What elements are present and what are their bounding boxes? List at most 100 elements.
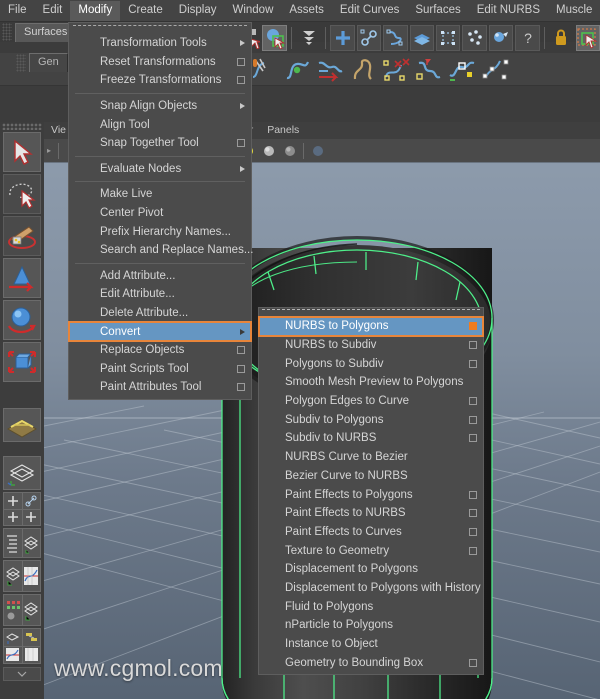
toolbox-grip-handle[interactable] [2,123,42,130]
menu-display[interactable]: Display [171,1,225,21]
graph-editor-icon[interactable] [22,561,40,591]
shelf-icon-row[interactable]: ▸ [236,54,510,85]
convert-item-displacement-to-polygons-with-history[interactable]: Displacement to Polygons with History [259,579,483,598]
option-box-icon[interactable] [237,383,245,392]
menu-surfaces[interactable]: Surfaces [407,1,468,21]
convert-item-paint-effects-to-curves[interactable]: Paint Effects to Curves [259,523,483,542]
option-box-icon[interactable] [469,546,477,555]
modify-menu-item-prefix-hierarchy-names[interactable]: Prefix Hierarchy Names... [69,222,251,241]
modify-menu-item-paint-scripts-tool[interactable]: Paint Scripts Tool [69,360,251,379]
hypergraph-cell-icon[interactable] [22,629,40,646]
snap-point-icon[interactable] [383,24,408,51]
snap-curve-icon[interactable] [356,24,382,51]
option-box-icon[interactable] [469,397,477,406]
outliner-panel-icon[interactable] [4,529,22,557]
snap-to-field-icon[interactable] [436,24,461,51]
convert-item-subdiv-to-nurbs[interactable]: Subdiv to NURBS [259,429,483,448]
snap-view-plane-icon[interactable] [409,24,435,51]
persp-panel-icon-3[interactable] [22,595,40,625]
menu-create[interactable]: Create [120,1,171,21]
outliner-persp-layout[interactable] [3,528,41,558]
convert-item-nurbs-curve-to-bezier[interactable]: NURBS Curve to Bezier [259,448,483,467]
paint-select-tool[interactable] [3,216,41,256]
highlight-selection-icon[interactable] [296,25,320,51]
option-box-icon[interactable] [469,509,477,518]
menu-muscle[interactable]: Muscle [548,1,600,21]
help-icon[interactable]: ? [515,24,540,51]
four-view-cell-4[interactable] [22,509,40,525]
modify-menu-item-freeze-transformations[interactable]: Freeze Transformations [69,71,251,90]
modify-menu-item-evaluate-nodes[interactable]: Evaluate Nodes [69,160,251,179]
status-line-toolbar[interactable]: ▸ ? [236,22,600,53]
make-live-icon[interactable] [488,24,514,51]
option-box-icon[interactable] [469,359,477,368]
modify-menu-item-add-attribute[interactable]: Add Attribute... [69,267,251,286]
menu-file[interactable]: File [0,1,35,21]
selection-mask-icon[interactable] [575,24,600,51]
convert-submenu[interactable]: NURBS to Polygons NURBS to Subdiv Polygons… [258,307,484,676]
attach-curves-icon[interactable] [282,56,312,84]
persp-panel-icon[interactable] [22,529,40,557]
construction-plane-icon[interactable] [462,24,487,51]
menu-modify[interactable]: Modify [70,0,121,21]
last-tool-used[interactable] [3,408,41,442]
graph-cell-icon-2[interactable] [22,646,40,663]
modify-menu-item-make-live[interactable]: Make Live [69,185,251,204]
graph-cell-icon[interactable] [4,646,22,663]
light-all-icon[interactable] [280,141,299,160]
convert-item-polygon-edges-to-curve[interactable]: Polygon Edges to Curve [259,392,483,411]
convert-item-fluid-to-polygons[interactable]: Fluid to Polygons [259,597,483,616]
option-box-icon[interactable] [237,139,245,148]
four-view-layout[interactable] [3,492,41,526]
convert-item-geometry-to-bounding-box[interactable]: Geometry to Bounding Box [259,653,483,672]
four-view-cell-2[interactable] [22,493,40,509]
shelf-tabs-second[interactable]: Gen [14,53,68,72]
option-box-icon[interactable] [469,527,477,536]
toolbar-expand-arrow-icon[interactable]: ▸ [44,137,54,165]
option-box-icon[interactable] [469,341,477,350]
modify-menu-item-convert[interactable]: Convert [68,321,252,342]
persp-cell-icon[interactable] [4,629,22,646]
convert-item-smooth-mesh-preview-to-polygons[interactable]: Smooth Mesh Preview to Polygons [259,373,483,392]
scale-tool[interactable] [3,342,41,382]
extend-curve-icon[interactable] [315,56,345,84]
modify-menu-item-edit-attribute[interactable]: Edit Attribute... [69,285,251,304]
four-view-cell-3[interactable] [4,509,22,525]
menu-tearoff-handle[interactable] [73,25,247,33]
single-perspective-layout[interactable] [3,456,41,490]
persp-panel-icon-2[interactable] [4,561,22,591]
option-box-icon[interactable] [469,434,477,443]
modify-menu-item-snap-align-objects[interactable]: Snap Align Objects [69,97,251,116]
rebuild-curve-icon[interactable] [447,56,477,84]
option-box-icon[interactable] [237,346,245,355]
menu-window[interactable]: Window [224,1,281,21]
option-box-icon[interactable] [469,415,477,424]
snap-grid-icon[interactable] [330,24,355,51]
light-default-icon[interactable] [259,141,278,160]
shelf-tab-general[interactable]: Gen [29,53,68,72]
convert-item-nurbs-to-polygons[interactable]: NURBS to Polygons [258,316,484,337]
modify-menu-item-replace-objects[interactable]: Replace Objects [69,341,251,360]
convert-item-texture-to-geometry[interactable]: Texture to Geometry [259,541,483,560]
reverse-curve-direction-icon[interactable] [414,56,444,84]
convert-item-displacement-to-polygons[interactable]: Displacement to Polygons [259,560,483,579]
move-tool[interactable] [3,258,41,298]
modify-dropdown-menu[interactable]: Transformation Tools Reset Transformation… [68,22,253,400]
modify-menu-item-center-pivot[interactable]: Center Pivot [69,204,251,223]
modify-menu-item-delete-attribute[interactable]: Delete Attribute... [69,304,251,323]
option-box-icon[interactable] [237,57,245,66]
convert-item-bezier-curve-to-nurbs[interactable]: Bezier Curve to NURBS [259,467,483,486]
select-tool[interactable] [3,132,41,172]
detach-curve-icon[interactable] [249,56,279,84]
convert-item-nurbs-to-subdiv[interactable]: NURBS to Subdiv [259,336,483,355]
modify-menu-item-align-tool[interactable]: Align Tool [69,115,251,134]
convert-item-instance-to-object[interactable]: Instance to Object [259,635,483,654]
modify-menu-item-search-and-replace-names[interactable]: Search and Replace Names... [69,241,253,260]
rotate-tool[interactable] [3,300,41,340]
toolbox[interactable] [0,122,44,699]
select-by-object-icon[interactable] [262,24,287,51]
shelf-grip-handle[interactable] [2,23,12,41]
insert-knot-icon[interactable] [348,56,378,84]
shelf-grip-handle-2[interactable] [16,53,26,72]
hypershade-icon[interactable] [4,595,22,625]
